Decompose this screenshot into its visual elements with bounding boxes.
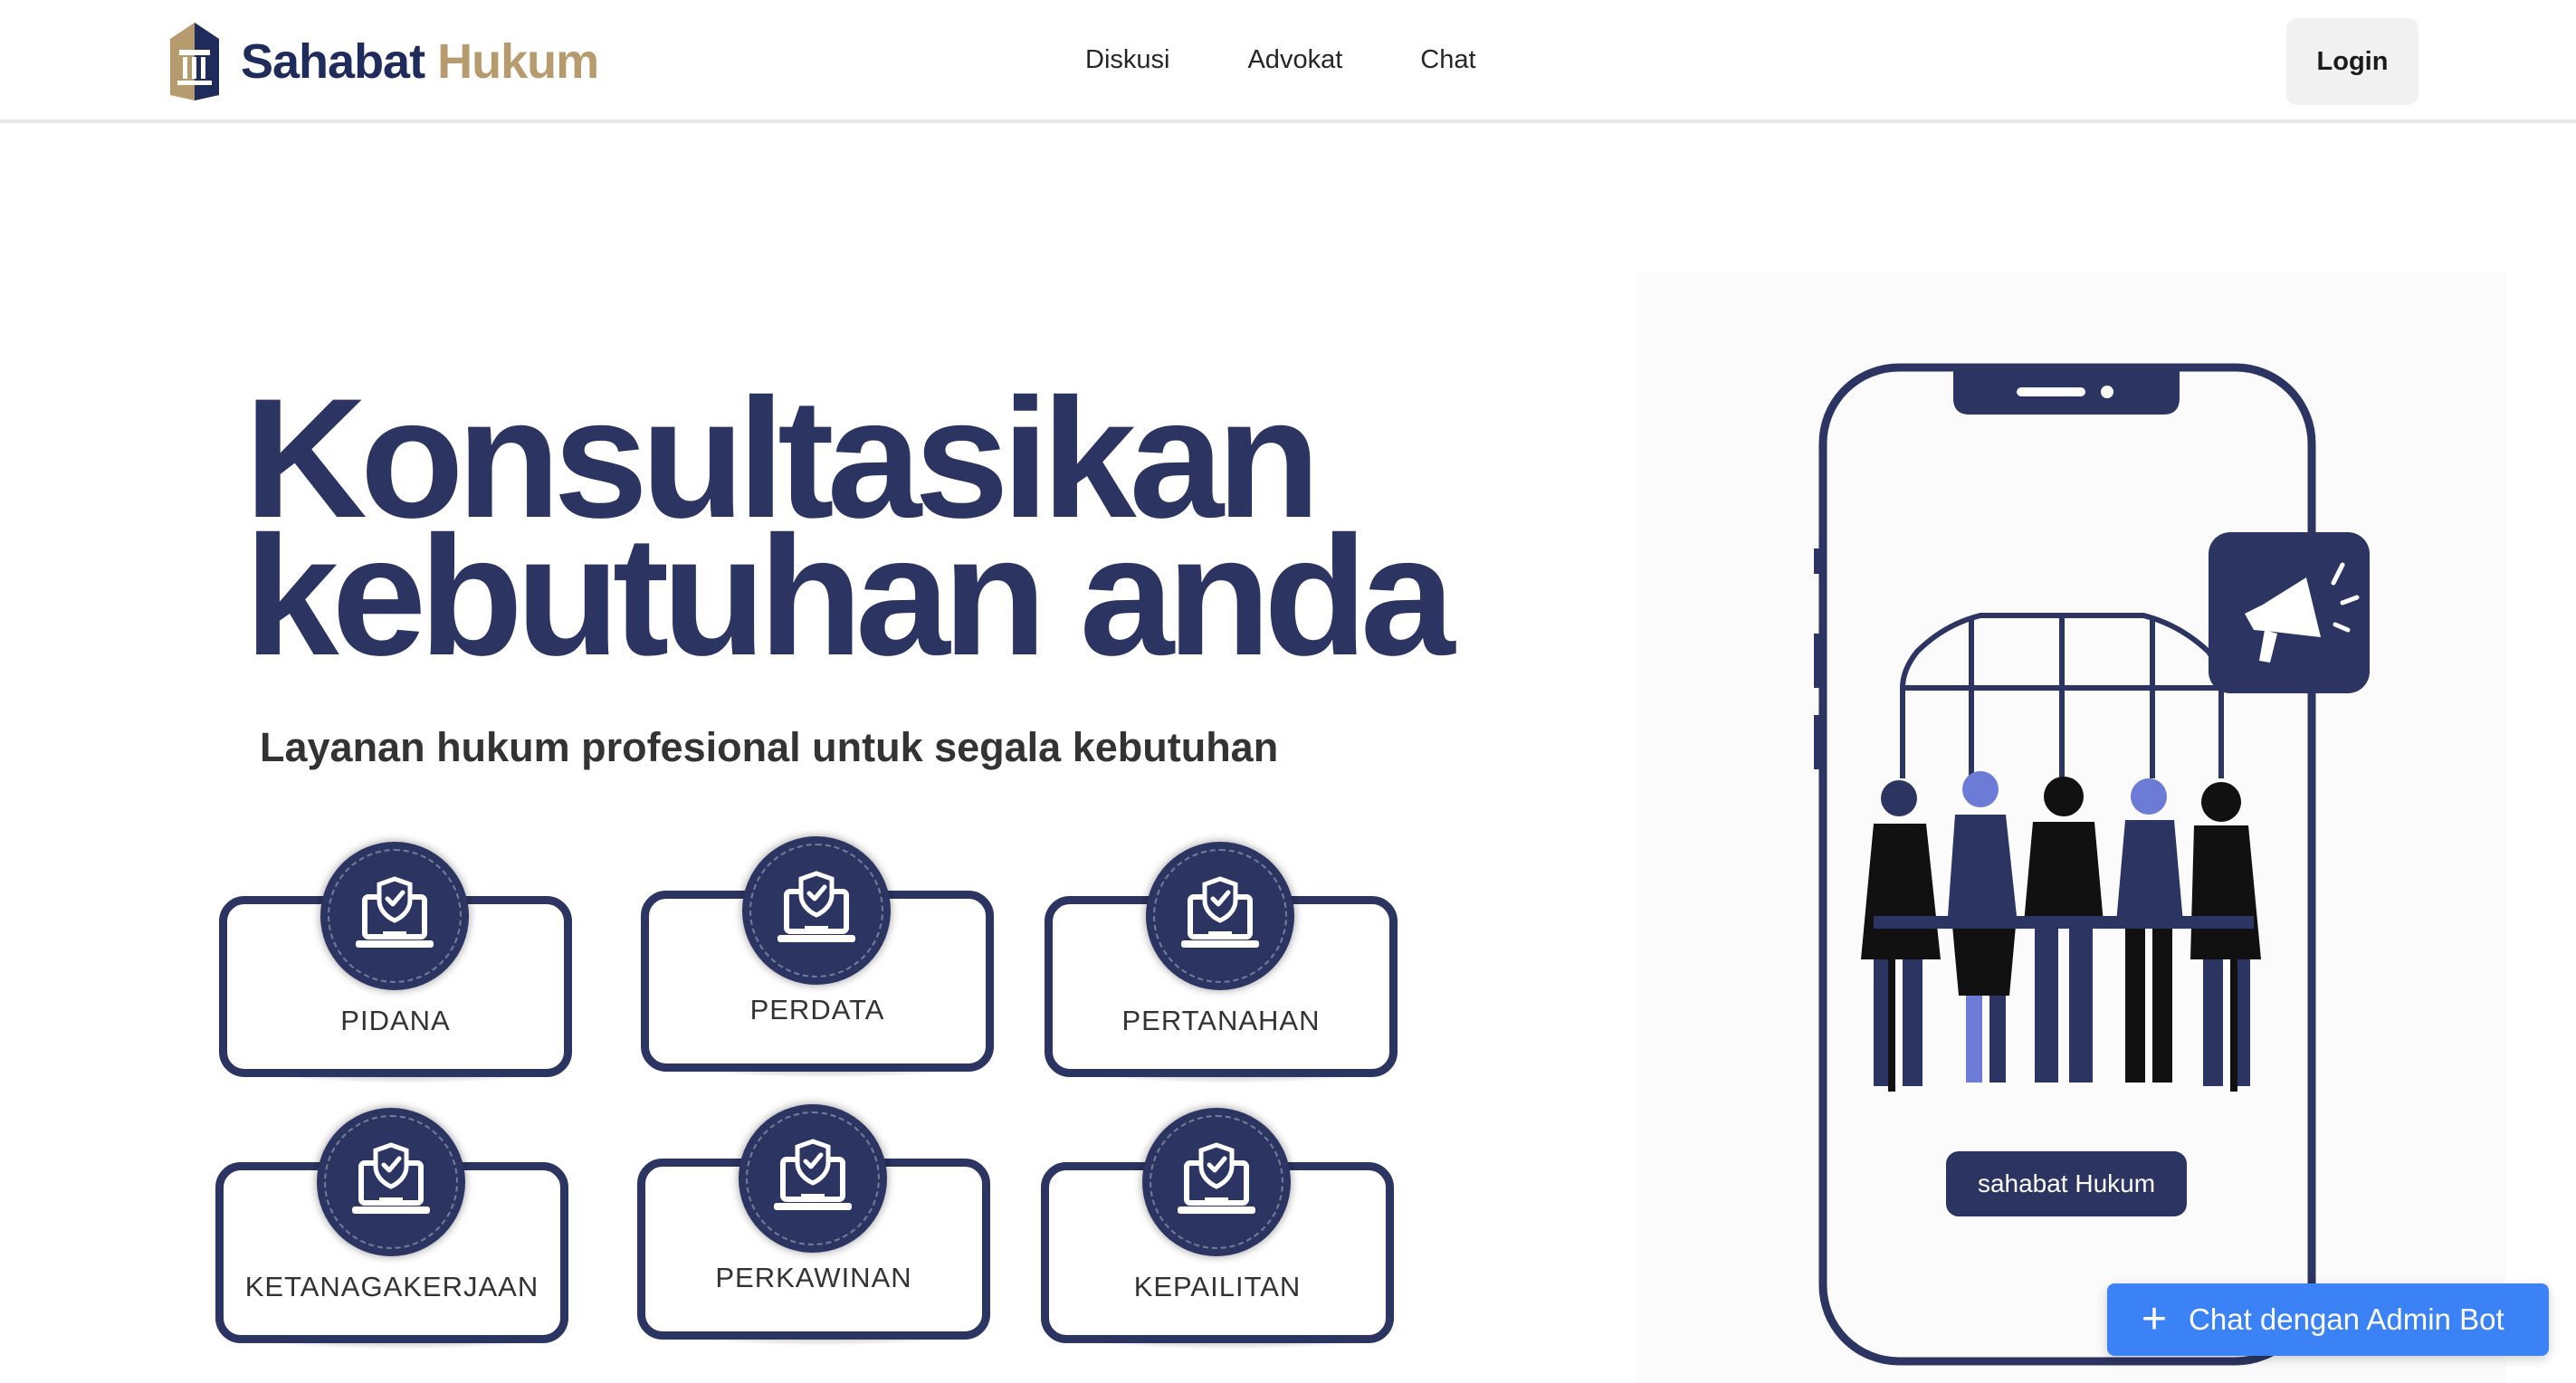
login-button[interactable]: Login (2286, 18, 2419, 105)
nav-link-chat[interactable]: Chat (1420, 42, 1475, 78)
category-label: PERDATA (749, 994, 885, 1025)
chat-admin-bot-button[interactable]: + Chat dengan Admin Bot (2107, 1283, 2549, 1356)
category-card-kepailitan[interactable]: KEPAILITAN (1041, 1108, 1394, 1379)
category-label: PERTANAHAN (1121, 1005, 1321, 1036)
brand-logo[interactable]: Sahabat Hukum (167, 20, 599, 103)
sahabat-hukum-pill: sahabat Hukum (1946, 1151, 2187, 1216)
nav-links: Diskusi Advokat Chat (1085, 42, 1554, 78)
plus-icon: + (2142, 1295, 2168, 1343)
brand-name: Sahabat Hukum (241, 33, 599, 90)
category-label: PERKAWINAN (715, 1262, 912, 1293)
navbar: Sahabat Hukum Diskusi Advokat Chat Login (0, 0, 2576, 123)
category-card-ketenagakerjaan[interactable]: KETANAGAKERJAAN (215, 1108, 568, 1379)
brand-name-part2: Hukum (437, 34, 599, 89)
law-laptop-icon (1142, 1108, 1291, 1256)
category-card-pidana[interactable]: PIDANA (219, 842, 572, 1113)
law-laptop-icon (317, 1108, 465, 1256)
category-label: KEPAILITAN (1133, 1271, 1302, 1302)
category-label: KETANAGAKERJAAN (244, 1271, 539, 1302)
category-card-pertanahan[interactable]: PERTANAHAN (1045, 842, 1398, 1113)
brand-name-part1: Sahabat (241, 34, 425, 89)
nav-link-advokat[interactable]: Advokat (1247, 42, 1342, 78)
nav-link-diskusi[interactable]: Diskusi (1085, 42, 1169, 78)
table-top (1874, 916, 2254, 929)
law-laptop-icon (742, 836, 891, 985)
law-laptop-icon (1146, 842, 1294, 990)
logo-icon (170, 23, 219, 100)
hero-title: Konsultasikan kebutuhan anda (244, 373, 1512, 681)
category-card-perkawinan[interactable]: PERKAWINAN (637, 1104, 990, 1376)
chat-admin-bot-label: Chat dengan Admin Bot (2189, 1302, 2504, 1336)
category-card-perdata[interactable]: PERDATA (641, 836, 994, 1108)
hero-title-line2: kebutuhan anda (244, 501, 1455, 691)
law-laptop-icon (739, 1104, 887, 1253)
hero-subtitle: Layanan hukum profesional untuk segala k… (260, 724, 1279, 770)
law-laptop-icon (320, 842, 469, 990)
category-label: PIDANA (340, 1005, 451, 1036)
